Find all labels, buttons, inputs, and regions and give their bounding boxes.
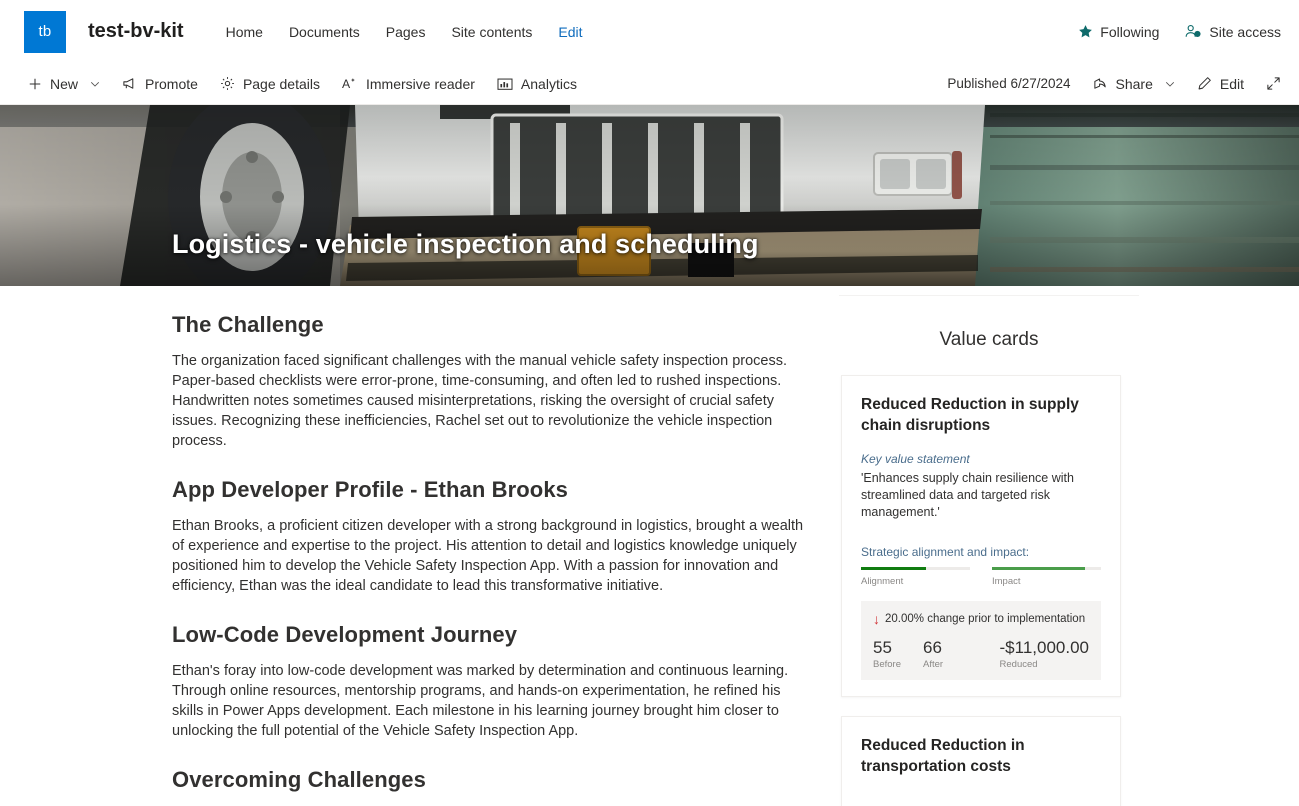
section-heading: Overcoming Challenges xyxy=(172,767,426,792)
metrics-panel: ↓ 20.00% change prior to implementation … xyxy=(861,600,1101,680)
following-button[interactable]: Following xyxy=(1078,24,1159,40)
svg-text:A: A xyxy=(342,77,351,91)
chevron-down-icon xyxy=(90,79,100,89)
impact-bar-track xyxy=(992,567,1101,570)
immersive-reader-button[interactable]: A Immersive reader xyxy=(342,76,475,92)
alignment-bar-label: Alignment xyxy=(861,575,904,587)
page-body: The Challenge The organization faced sig… xyxy=(0,286,1299,806)
site-access-label: Site access xyxy=(1209,23,1281,40)
promote-label: Promote xyxy=(145,75,198,92)
metric-after: 66 After xyxy=(923,638,943,670)
command-bar-right: Published 6/27/2024 Share Edit xyxy=(947,76,1281,92)
value-card[interactable]: Reduced Reduction in transportation cost… xyxy=(841,715,1121,806)
expand-icon xyxy=(1266,76,1281,91)
arrow-down-icon: ↓ xyxy=(873,610,880,627)
hero-title: Logistics - vehicle inspection and sched… xyxy=(172,229,759,259)
share-icon xyxy=(1093,76,1108,91)
site-navigation: Home Documents Pages Site contents Edit xyxy=(226,24,583,40)
section-body: Ethan Brooks, a proficient citizen devel… xyxy=(172,518,804,594)
nav-pages[interactable]: Pages xyxy=(386,24,426,40)
change-indicator: ↓ 20.00% change prior to implementation xyxy=(873,612,1089,626)
section-heading: App Developer Profile - Ethan Brooks xyxy=(172,477,569,502)
page-details-button[interactable]: Page details xyxy=(220,76,320,92)
people-icon xyxy=(1185,24,1202,39)
section-body: Ethan's foray into low-code development … xyxy=(172,663,789,739)
metric-value: -$11,000.00 xyxy=(999,637,1089,657)
impact-bar-fill xyxy=(992,567,1085,570)
nav-home[interactable]: Home xyxy=(226,24,263,40)
key-value-statement-label: Key value statement xyxy=(861,452,970,466)
alignment-bar-fill xyxy=(861,567,927,570)
impact-bar-block: Impact xyxy=(992,567,1101,587)
nav-site-contents[interactable]: Site contents xyxy=(451,24,532,40)
change-text: 20.00% change prior to implementation xyxy=(885,612,1086,625)
immersive-reader-icon: A xyxy=(342,76,358,91)
page-details-label: Page details xyxy=(242,75,320,92)
sidebar-column: Value cards Reduced Reduction in supply … xyxy=(807,286,1299,806)
metric-caption: After xyxy=(923,658,944,670)
analytics-label: Analytics xyxy=(520,75,577,92)
metric-reduced: -$11,000.00 Reduced xyxy=(1000,638,1089,670)
section-the-challenge: The Challenge The organization faced sig… xyxy=(172,312,807,451)
metric-value: 66 xyxy=(923,637,942,657)
pencil-icon xyxy=(1197,76,1212,91)
alignment-bar-track xyxy=(861,567,970,570)
chevron-down-icon xyxy=(1165,79,1175,89)
analytics-chart-icon xyxy=(497,77,513,91)
following-label: Following xyxy=(1100,23,1160,40)
share-button[interactable]: Share xyxy=(1093,76,1175,92)
suite-bar: tb test-bv-kit Home Documents Pages Site… xyxy=(0,0,1299,63)
key-value-statement-text: 'Enhances supply chain resilience with s… xyxy=(861,471,1074,519)
section-overcoming-challenges: Overcoming Challenges xyxy=(172,767,807,793)
section-heading: Low-Code Development Journey xyxy=(172,622,518,647)
hero-banner: Logistics - vehicle inspection and sched… xyxy=(0,105,1299,286)
section-body: The organization faced significant chall… xyxy=(172,353,787,449)
alignment-bar-block: Alignment xyxy=(861,567,970,587)
command-bar: New Promote Page details A Immersive rea… xyxy=(0,63,1299,105)
strategic-alignment-label: Strategic alignment and impact: xyxy=(861,545,1030,559)
site-logo-text: tb xyxy=(38,23,52,40)
metric-caption: Before xyxy=(873,658,901,670)
star-icon xyxy=(1078,24,1093,39)
new-label: New xyxy=(50,75,79,92)
suite-bar-actions: Following Site access xyxy=(1078,24,1281,40)
section-heading: The Challenge xyxy=(172,312,324,337)
nav-edit[interactable]: Edit xyxy=(558,24,582,40)
main-content-column: The Challenge The organization faced sig… xyxy=(0,286,807,806)
nav-documents[interactable]: Documents xyxy=(289,24,360,40)
site-title[interactable]: test-bv-kit xyxy=(88,20,184,43)
command-bar-left: New Promote Page details A Immersive rea… xyxy=(28,76,577,92)
gear-icon xyxy=(220,76,235,91)
site-logo[interactable]: tb xyxy=(24,10,66,53)
value-card-title: Reduced Reduction in supply chain disrup… xyxy=(861,396,1079,434)
metric-row: 55 Before 66 After -$11,000.00 Reduced xyxy=(873,638,1089,670)
edit-button[interactable]: Edit xyxy=(1197,76,1244,92)
published-status: Published 6/27/2024 xyxy=(947,76,1071,91)
share-label: Share xyxy=(1115,75,1153,92)
fullscreen-button[interactable] xyxy=(1266,76,1281,91)
section-app-developer-profile: App Developer Profile - Ethan Brooks Eth… xyxy=(172,477,807,596)
metric-value: 55 xyxy=(873,637,892,657)
plus-icon xyxy=(28,77,42,91)
section-low-code-development-journey: Low-Code Development Journey Ethan's for… xyxy=(172,622,807,741)
promote-button[interactable]: Promote xyxy=(122,76,198,92)
immersive-reader-label: Immersive reader xyxy=(366,75,475,92)
megaphone-icon xyxy=(122,76,137,91)
value-card[interactable]: Reduced Reduction in supply chain disrup… xyxy=(841,375,1121,697)
site-access-button[interactable]: Site access xyxy=(1185,24,1281,40)
new-button[interactable]: New xyxy=(28,76,100,92)
value-cards-heading: Value cards xyxy=(939,329,1039,350)
edit-label: Edit xyxy=(1219,75,1244,92)
metric-before: 55 Before xyxy=(873,638,901,670)
impact-bar-label: Impact xyxy=(992,575,1021,587)
value-card-title: Reduced Reduction in transportation cost… xyxy=(861,736,1025,775)
strategic-bars: Alignment Impact xyxy=(861,567,1101,587)
analytics-button[interactable]: Analytics xyxy=(497,76,577,92)
metric-caption: Reduced xyxy=(999,658,1038,670)
